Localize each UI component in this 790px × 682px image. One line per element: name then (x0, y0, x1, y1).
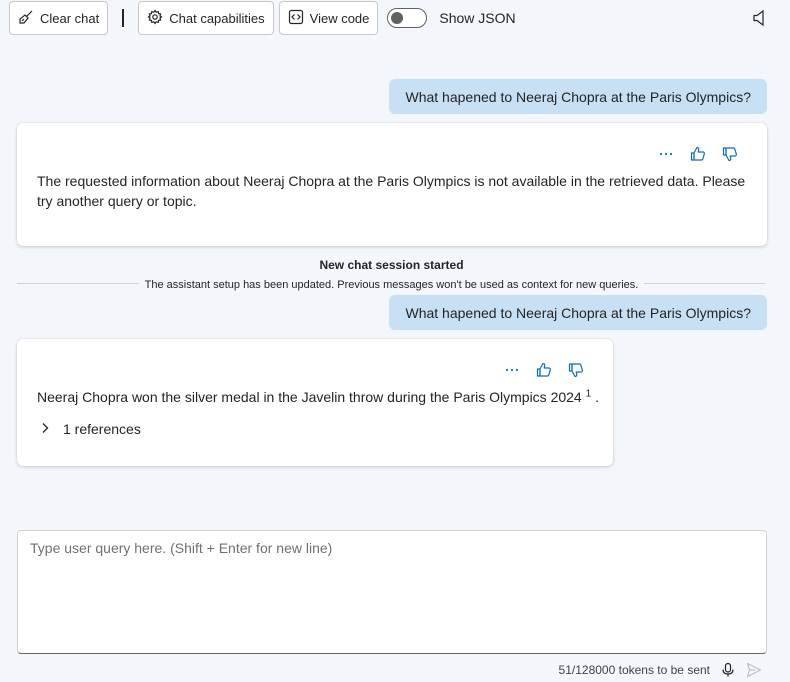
session-divider: The assistant setup has been updated. Pr… (17, 275, 766, 291)
clear-chat-label: Clear chat (40, 10, 100, 26)
microphone-icon[interactable] (720, 662, 736, 678)
assistant-message-text: Neeraj Chopra won the silver medal in th… (37, 387, 607, 407)
assistant-answer: Neeraj Chopra won the silver medal in th… (37, 389, 582, 405)
user-message-text: What hapened to Neeraj Chopra at the Par… (405, 88, 751, 105)
chevron-right-icon (39, 421, 51, 437)
gear-icon (147, 8, 163, 28)
broom-icon (18, 9, 34, 28)
message-actions (657, 145, 739, 163)
assistant-message: The requested information about Neeraj C… (17, 123, 767, 246)
show-json-label: Show JSON (439, 10, 516, 26)
toolbar-divider (122, 9, 125, 27)
session-notice-title: New chat session started (319, 258, 464, 272)
message-actions (503, 361, 585, 379)
thumbs-down-icon[interactable] (721, 145, 739, 163)
token-count: 51/128000 tokens to be sent (558, 663, 710, 677)
more-icon[interactable] (657, 145, 675, 163)
view-code-label: View code (309, 10, 370, 26)
citation-suffix: . (595, 389, 599, 405)
toolbar: Clear chat Chat capabilities View code S… (9, 0, 516, 36)
thumbs-up-icon[interactable] (689, 145, 707, 163)
references-label: 1 references (63, 421, 141, 437)
assistant-message: Neeraj Chopra won the silver medal in th… (17, 339, 613, 466)
thumbs-up-icon[interactable] (535, 361, 553, 379)
user-message-text: What hapened to Neeraj Chopra at the Par… (405, 304, 751, 321)
query-input[interactable] (18, 531, 766, 653)
clear-chat-button[interactable]: Clear chat (9, 1, 109, 35)
thumbs-down-icon[interactable] (567, 361, 585, 379)
show-json-toggle[interactable] (387, 8, 428, 28)
user-message: What hapened to Neeraj Chopra at the Par… (389, 295, 767, 330)
chat-capabilities-button[interactable]: Chat capabilities (138, 1, 274, 35)
user-message: What hapened to Neeraj Chopra at the Par… (389, 79, 767, 114)
session-notice: New chat session started The assistant s… (17, 258, 766, 291)
input-footer: 51/128000 tokens to be sent (559, 660, 762, 680)
speaker-icon[interactable] (752, 9, 768, 27)
chat-capabilities-label: Chat capabilities (169, 10, 265, 26)
view-code-button[interactable]: View code (278, 1, 379, 35)
references-toggle[interactable]: 1 references (39, 421, 141, 437)
query-input-box (17, 530, 767, 654)
assistant-message-text: The requested information about Neeraj C… (37, 173, 746, 209)
session-notice-subtitle: The assistant setup has been updated. Pr… (138, 279, 645, 291)
send-icon[interactable] (746, 662, 762, 678)
citation-marker[interactable]: 1 (586, 388, 592, 399)
more-icon[interactable] (503, 361, 521, 379)
toggle-knob (391, 12, 404, 24)
code-icon (288, 9, 304, 28)
